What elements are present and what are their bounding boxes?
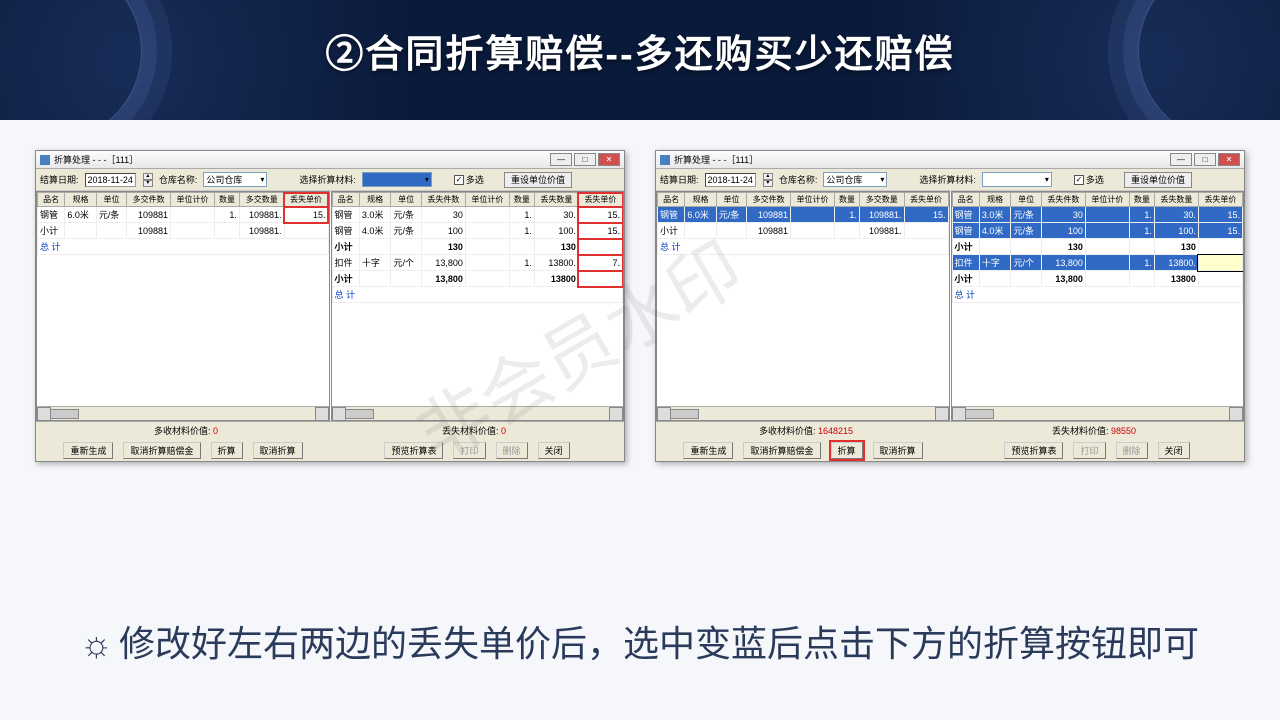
editing-cell: [1198, 255, 1242, 271]
subtotal-row: 小计 130 130: [952, 239, 1243, 255]
right-value-label: 丢失材料价值:: [442, 426, 499, 436]
close-button[interactable]: ✕: [1218, 153, 1240, 166]
regenerate-button[interactable]: 重新生成: [683, 442, 733, 459]
close-button[interactable]: 关闭: [1158, 442, 1190, 459]
material-label: 选择折算材料:: [919, 173, 976, 186]
cancel-compensation-button[interactable]: 取消折算赔偿金: [123, 442, 200, 459]
table-row[interactable]: 钢管3.0米元/条 301. 30.15.: [952, 207, 1243, 223]
right-grid[interactable]: 品名规格单位 丢失件数单位计价数量 丢失数量丢失单价 钢管3.0米元/条 301…: [952, 192, 1244, 303]
cancel-calculate-button[interactable]: 取消折算: [253, 442, 303, 459]
right-value: 98550: [1111, 426, 1136, 436]
minimize-button[interactable]: —: [550, 153, 572, 166]
maximize-button[interactable]: □: [1194, 153, 1216, 166]
table-row[interactable]: 扣件十字元/个 13,8001. 13800.: [952, 255, 1243, 271]
window-title: 折算处理 - - -［111］: [674, 153, 1170, 166]
right-grid[interactable]: 品名规格单位 丢失件数单位计价数量 丢失数量丢失单价 钢管3.0米元/条 301…: [332, 192, 624, 303]
right-value-label: 丢失材料价值:: [1052, 426, 1109, 436]
close-button[interactable]: ✕: [598, 153, 620, 166]
date-down[interactable]: ▾: [763, 180, 773, 187]
subtotal-row: 小计 130 130: [332, 239, 623, 255]
table-row[interactable]: 钢管6.0米元/条 1098811. 109881.15.: [38, 207, 329, 223]
reset-price-button[interactable]: 重设单位价值: [504, 172, 572, 188]
material-select[interactable]: [362, 172, 432, 187]
app-icon: [40, 155, 50, 165]
window-title: 折算处理 - - -［111］: [54, 153, 550, 166]
slide-title: ②合同折算赔偿--多还购买少还赔偿: [325, 23, 954, 78]
left-value-label: 多收材料价值:: [154, 426, 211, 436]
table-row[interactable]: 扣件十字元/个 13,8001. 13800.7.: [332, 255, 623, 271]
total-row: 总 计: [332, 287, 623, 303]
preview-button[interactable]: 预览折算表: [384, 442, 443, 459]
table-row[interactable]: 钢管3.0米元/条 301. 30.15.: [332, 207, 623, 223]
sun-icon: ☼: [80, 623, 113, 664]
multi-checkbox[interactable]: ✓多选: [1074, 173, 1104, 186]
subtotal-row: 小计 109881 109881.: [38, 223, 329, 239]
date-up[interactable]: ▴: [143, 173, 153, 180]
warehouse-label: 仓库名称:: [159, 173, 198, 186]
left-value: 1648215: [818, 426, 853, 436]
date-up[interactable]: ▴: [763, 173, 773, 180]
hscrollbar[interactable]: [952, 406, 1244, 420]
subtotal-row: 小计 13,800 13800: [332, 271, 623, 287]
table-row[interactable]: 钢管4.0米元/条 1001. 100.15.: [952, 223, 1243, 239]
delete-button[interactable]: 删除: [496, 442, 528, 459]
preview-button[interactable]: 预览折算表: [1004, 442, 1063, 459]
hscrollbar[interactable]: [332, 406, 624, 420]
date-down[interactable]: ▾: [143, 180, 153, 187]
left-grid[interactable]: 品名规格单位 多交件数单位计价数量 多交数量丢失单价 钢管6.0米元/条 109…: [657, 192, 949, 255]
print-button[interactable]: 打印: [453, 442, 485, 459]
warehouse-select[interactable]: 公司仓库: [203, 172, 267, 187]
table-row[interactable]: 钢管4.0米元/条 1001. 100.15.: [332, 223, 623, 239]
calculate-button[interactable]: 折算: [211, 442, 243, 459]
hscrollbar[interactable]: [37, 406, 329, 420]
warehouse-label: 仓库名称:: [779, 173, 818, 186]
app-icon: [660, 155, 670, 165]
date-label: 结算日期:: [40, 173, 79, 186]
calculate-button[interactable]: 折算: [831, 442, 863, 459]
regenerate-button[interactable]: 重新生成: [63, 442, 113, 459]
explanation-text: ☼修改好左右两边的丢失单价后，选中变蓝后点击下方的折算按钮即可: [80, 618, 1200, 670]
cancel-compensation-button[interactable]: 取消折算赔偿金: [743, 442, 820, 459]
cancel-calculate-button[interactable]: 取消折算: [873, 442, 923, 459]
date-input[interactable]: 2018-11-24: [85, 173, 136, 187]
right-value: 0: [501, 426, 506, 436]
reset-price-button[interactable]: 重设单位价值: [1124, 172, 1192, 188]
material-label: 选择折算材料:: [299, 173, 356, 186]
app-window-after: 折算处理 - - -［111］ — □ ✕ 结算日期: 2018-11-24 ▴…: [655, 150, 1245, 462]
multi-checkbox[interactable]: ✓多选: [454, 173, 484, 186]
total-row: 总 计: [952, 287, 1243, 303]
subtotal-row: 小计 109881 109881.: [658, 223, 949, 239]
app-window-before: 折算处理 - - -［111］ — □ ✕ 结算日期: 2018-11-24 ▴…: [35, 150, 625, 462]
date-label: 结算日期:: [660, 173, 699, 186]
left-value: 0: [213, 426, 218, 436]
subtotal-row: 小计 13,800 13800: [952, 271, 1243, 287]
material-select[interactable]: [982, 172, 1052, 187]
close-button[interactable]: 关闭: [538, 442, 570, 459]
total-row: 总 计: [38, 239, 329, 255]
left-value-label: 多收材料价值:: [759, 426, 816, 436]
delete-button[interactable]: 删除: [1116, 442, 1148, 459]
hscrollbar[interactable]: [657, 406, 949, 420]
minimize-button[interactable]: —: [1170, 153, 1192, 166]
table-row[interactable]: 钢管6.0米元/条 1098811. 109881.15.: [658, 207, 949, 223]
print-button[interactable]: 打印: [1073, 442, 1105, 459]
left-grid[interactable]: 品名规格单位 多交件数单位计价数量 多交数量丢失单价 钢管6.0米元/条 109…: [37, 192, 329, 255]
warehouse-select[interactable]: 公司仓库: [823, 172, 887, 187]
total-row: 总 计: [658, 239, 949, 255]
maximize-button[interactable]: □: [574, 153, 596, 166]
date-input[interactable]: 2018-11-24: [705, 173, 756, 187]
